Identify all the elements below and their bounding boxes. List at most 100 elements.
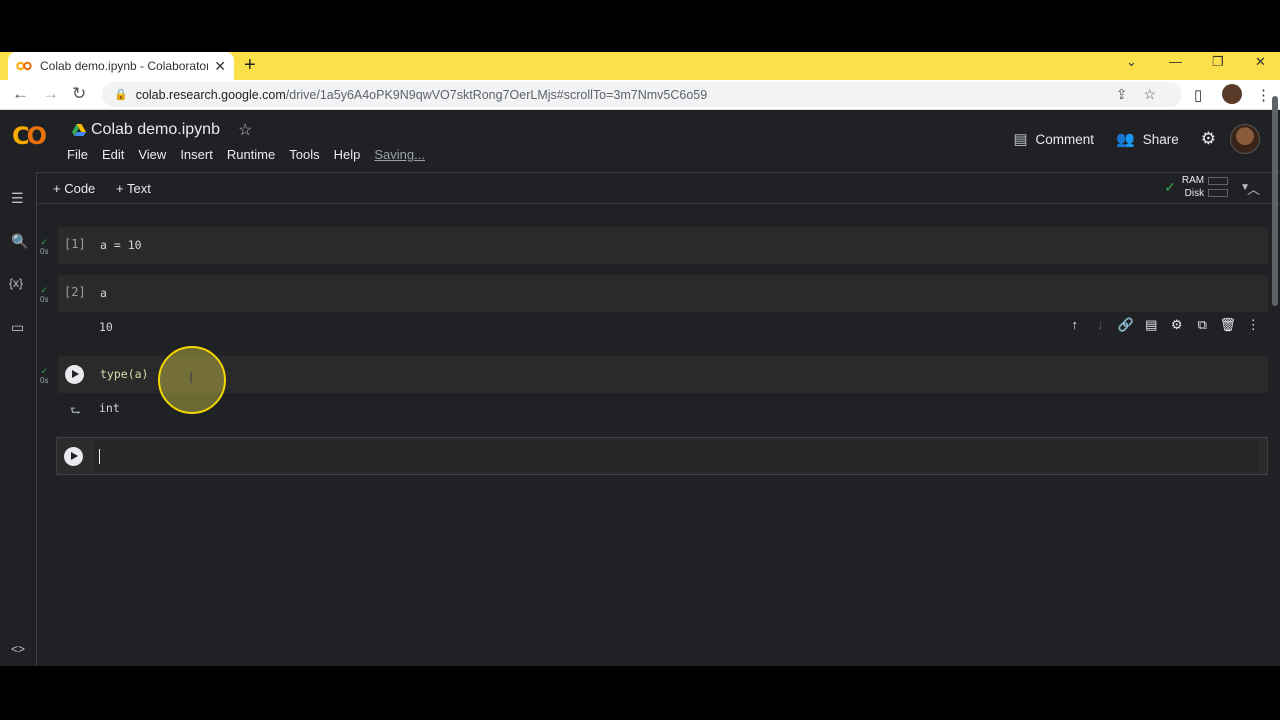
- minimize-button[interactable]: —: [1169, 54, 1182, 69]
- video-letterbox-bottom: [0, 666, 1280, 720]
- text-caret: [99, 449, 100, 464]
- address-bar[interactable]: 🔒 colab.research.google.com/drive/1a5y6A…: [102, 82, 1182, 107]
- cell-1-exec-time: 0s: [40, 247, 49, 256]
- star-icon[interactable]: ☆: [238, 120, 252, 140]
- code-cell-3[interactable]: type(a): [58, 356, 1268, 393]
- files-folder-icon[interactable]: ▭: [11, 319, 24, 336]
- run-cell-button[interactable]: [65, 365, 84, 384]
- reload-icon[interactable]: ↻: [72, 84, 86, 104]
- menu-help[interactable]: Help: [334, 147, 361, 162]
- disk-label: Disk: [1184, 188, 1205, 199]
- restore-button[interactable]: ❐: [1212, 54, 1224, 70]
- share-page-icon[interactable]: ⇪☆: [1116, 86, 1172, 103]
- colab-favicon-icon: [16, 61, 32, 71]
- comment-button[interactable]: ▤ Comment: [1013, 130, 1094, 148]
- code-cell-1[interactable]: [1] a = 10: [58, 227, 1268, 264]
- cell-2-prompt: [2]: [64, 285, 86, 299]
- move-up-icon[interactable]: ↑: [1062, 317, 1088, 333]
- left-sidebar: ☰ 🔍 {x} ▭ <>: [0, 172, 37, 666]
- menu-tools[interactable]: Tools: [289, 147, 319, 162]
- cell-1-prompt: [1]: [64, 237, 86, 251]
- forward-arrow-icon[interactable]: →: [42, 84, 59, 104]
- notebook-title[interactable]: Colab demo.ipynb: [91, 121, 220, 139]
- browser-tabstrip: Colab demo.ipynb - Colaboratory ✕ +: [0, 52, 1280, 80]
- colab-logo[interactable]: CO: [12, 122, 47, 150]
- cell-3-code[interactable]: type(a): [100, 367, 148, 381]
- output-actions-icon[interactable]: ⮑: [70, 402, 81, 423]
- variables-icon[interactable]: {x}: [9, 276, 23, 290]
- code-snippets-icon[interactable]: <>: [11, 642, 25, 656]
- gear-icon: ⚙: [1200, 129, 1216, 148]
- browser-menu-icon[interactable]: ⋮: [1256, 86, 1271, 104]
- cell-2-exec-time: 0s: [40, 295, 49, 304]
- tab-title: Colab demo.ipynb - Colaboratory: [40, 59, 209, 73]
- browser-tab-active[interactable]: Colab demo.ipynb - Colaboratory ✕: [8, 52, 234, 80]
- code-cell-2[interactable]: [2] a: [58, 275, 1268, 312]
- command-bar: + Code + Text ✓ RAM Disk ▼ ︿: [37, 172, 1280, 204]
- share-label: Share: [1142, 131, 1179, 147]
- success-check-icon: ✓: [40, 366, 48, 376]
- cell-1-code[interactable]: a = 10: [100, 238, 142, 252]
- menu-bar: File Edit View Insert Runtime Tools Help…: [67, 147, 439, 162]
- ibeam-cursor-icon: I: [189, 371, 194, 387]
- browser-profile-avatar[interactable]: [1222, 84, 1242, 104]
- tab-search-icon[interactable]: ⌄: [1126, 54, 1137, 70]
- header-actions: ▤ Comment 👥 Share ⚙: [991, 124, 1260, 154]
- success-check-icon: ✓: [40, 285, 48, 295]
- google-drive-icon: [72, 124, 86, 136]
- ram-label: RAM: [1181, 175, 1205, 186]
- cell-3-exec-time: 0s: [40, 376, 49, 385]
- runtime-resources[interactable]: ✓ RAM Disk ▼: [1164, 174, 1250, 200]
- comment-icon: ▤: [1013, 131, 1028, 148]
- connected-check-icon: ✓: [1164, 178, 1176, 195]
- cell-2-code[interactable]: a: [100, 286, 107, 300]
- add-code-button[interactable]: + Code: [53, 181, 95, 196]
- add-text-button[interactable]: + Text: [116, 181, 151, 196]
- code-cell-4-active[interactable]: [56, 437, 1268, 475]
- cell-4-editor[interactable]: [95, 440, 1259, 472]
- cell-2-status: ✓ 0s: [40, 285, 49, 305]
- more-options-icon[interactable]: ⋮: [1241, 317, 1267, 333]
- menu-view[interactable]: View: [138, 147, 166, 162]
- new-tab-button[interactable]: +: [244, 55, 256, 75]
- link-icon[interactable]: 🔗: [1113, 317, 1139, 333]
- window-close-button[interactable]: ✕: [1255, 54, 1266, 70]
- menu-file[interactable]: File: [67, 147, 88, 162]
- ram-usage-bar: [1208, 177, 1229, 185]
- cell-3-status: ✓ 0s: [40, 366, 49, 386]
- url-host: colab.research.google.com: [135, 87, 286, 102]
- lock-icon: 🔒: [114, 89, 128, 101]
- account-avatar[interactable]: [1230, 124, 1260, 154]
- menu-insert[interactable]: Insert: [180, 147, 213, 162]
- video-letterbox-top: [0, 0, 1280, 52]
- saving-status[interactable]: Saving...: [374, 147, 425, 162]
- notebook-title-bar: Colab demo.ipynb ☆: [72, 120, 252, 140]
- notebook-scrollbar[interactable]: [1272, 96, 1278, 306]
- cell-toolbar: ↑ ↓ 🔗 ▤ ⚙ ⧉ 🗑 ⋮: [1062, 317, 1266, 333]
- share-button[interactable]: 👥 Share: [1116, 130, 1179, 148]
- settings-button[interactable]: ⚙: [1201, 129, 1216, 149]
- people-icon: 👥: [1116, 131, 1135, 148]
- disk-usage-bar: [1208, 189, 1229, 197]
- sidepanel-icon[interactable]: ▯: [1194, 86, 1202, 104]
- url-path: /drive/1a5y6A4oPK9N9qwVO7sktRong7OerLMjs…: [285, 87, 708, 102]
- cell-settings-icon[interactable]: ⚙: [1164, 317, 1190, 333]
- delete-icon[interactable]: 🗑: [1215, 317, 1241, 333]
- table-of-contents-icon[interactable]: ☰: [11, 190, 24, 207]
- chevron-up-icon[interactable]: ︿: [1247, 179, 1260, 198]
- back-arrow-icon[interactable]: ←: [12, 84, 29, 104]
- move-down-icon[interactable]: ↓: [1088, 317, 1114, 333]
- menu-runtime[interactable]: Runtime: [227, 147, 275, 162]
- search-icon[interactable]: 🔍: [11, 233, 28, 250]
- tab-close-icon[interactable]: ✕: [214, 58, 226, 75]
- cell-1-status: ✓ 0s: [40, 237, 49, 257]
- menu-edit[interactable]: Edit: [102, 147, 124, 162]
- comment-label: Comment: [1035, 131, 1095, 147]
- browser-toolbar: ← → ↻ 🔒 colab.research.google.com/drive/…: [0, 80, 1280, 110]
- cell-3-output: int: [99, 401, 120, 415]
- run-cell-button[interactable]: [64, 447, 83, 466]
- cell-2-output: 10: [99, 320, 113, 334]
- add-comment-icon[interactable]: ▤: [1139, 317, 1165, 333]
- success-check-icon: ✓: [40, 237, 48, 247]
- mirror-cell-icon[interactable]: ⧉: [1190, 317, 1216, 333]
